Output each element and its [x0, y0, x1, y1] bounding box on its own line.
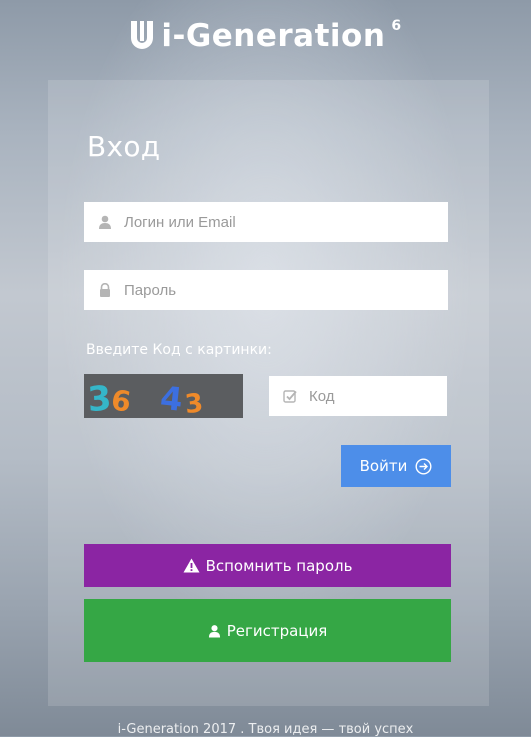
remind-password-button[interactable]: Вспомнить пароль	[84, 544, 451, 587]
check-square-icon	[283, 389, 297, 403]
lock-icon	[98, 283, 112, 297]
login-input[interactable]	[122, 212, 448, 232]
captcha-label: Введите Код с картинки:	[86, 342, 272, 358]
page-title: Вход	[87, 130, 161, 163]
brand-name: i-Generation	[161, 18, 386, 54]
brand-version: 6	[391, 18, 402, 34]
register-label: Регистрация	[226, 621, 328, 640]
password-field[interactable]	[84, 270, 448, 310]
svg-text:3: 3	[86, 379, 112, 418]
login-button-label: Войти	[359, 457, 408, 475]
svg-text:4: 4	[158, 379, 184, 418]
footer-text: i-Generation 2017 . Твоя идея — твой усп…	[117, 722, 414, 737]
u-logo-icon	[129, 21, 155, 57]
arrow-circle-right-icon	[415, 457, 432, 475]
brand-logo: i-Generation 6	[0, 18, 531, 57]
code-input[interactable]	[307, 386, 447, 406]
user-icon	[98, 215, 112, 229]
svg-text:6: 6	[109, 383, 133, 418]
remind-password-label: Вспомнить пароль	[205, 556, 353, 575]
login-field[interactable]	[84, 202, 448, 242]
warning-icon	[183, 558, 200, 573]
login-button[interactable]: Войти	[341, 445, 451, 487]
code-field[interactable]	[269, 376, 447, 416]
user-icon	[208, 624, 221, 638]
register-button[interactable]: Регистрация	[84, 599, 451, 662]
password-input[interactable]	[122, 280, 448, 300]
svg-text:3: 3	[183, 388, 204, 418]
captcha-image: 3 6 4 3	[84, 374, 243, 420]
